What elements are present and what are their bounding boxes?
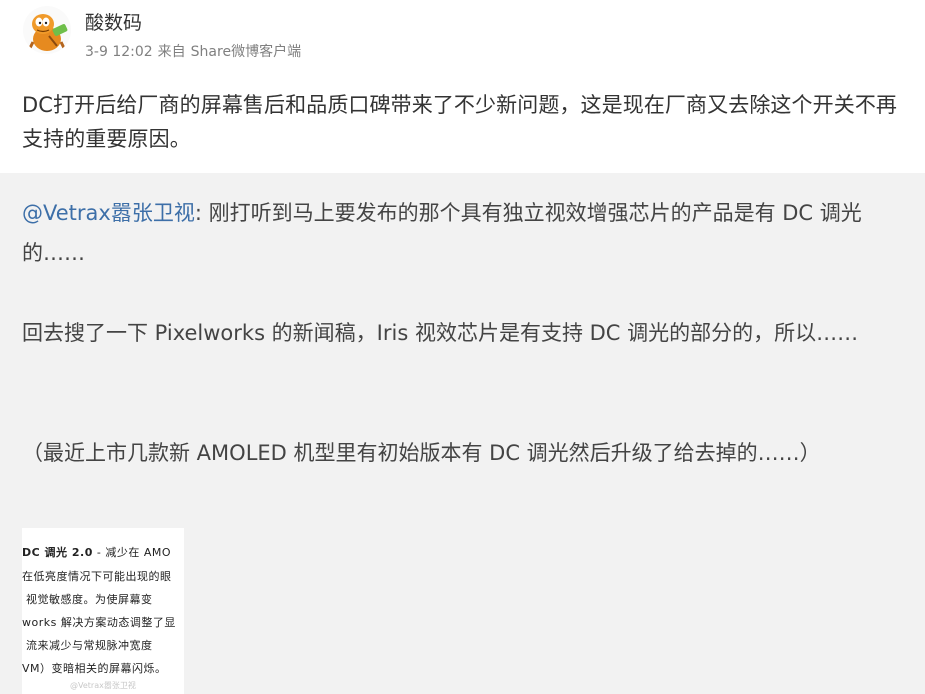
image-text-line: 在低亮度情况下可能出现的眼 bbox=[22, 570, 172, 583]
garfield-avatar-icon bbox=[23, 6, 71, 54]
post-text: DC打开后给厂商的屏幕售后和品质口碑带来了不少新问题，这是现在厂商又去除这个开关… bbox=[22, 93, 898, 151]
image-text-line: 视觉敏感度。为使屏幕变 bbox=[26, 593, 153, 606]
repost-paragraph-1: @Vetrax嚣张卫视: 刚打听到马上要发布的那个具有独立视效增强芯片的产品是有… bbox=[22, 193, 907, 273]
post-time[interactable]: 3-9 12:02 bbox=[85, 44, 153, 60]
image-text-bold: DC 调光 2.0 bbox=[22, 546, 93, 559]
image-watermark: @Vetrax嚣张卫视 bbox=[70, 681, 136, 690]
post-header: 酸数码 3-9 12:02 来自 Share微博客户端 bbox=[0, 0, 925, 70]
author-name[interactable]: 酸数码 bbox=[85, 10, 142, 36]
avatar[interactable] bbox=[23, 6, 71, 54]
mention-link[interactable]: @Vetrax嚣张卫视 bbox=[22, 201, 195, 225]
image-text-line: VM）变暗相关的屏幕闪烁。 bbox=[22, 662, 167, 675]
source-prefix: 来自 bbox=[157, 44, 186, 60]
post-source[interactable]: Share微博客户端 bbox=[191, 44, 301, 60]
repost-area[interactable]: @Vetrax嚣张卫视: 刚打听到马上要发布的那个具有独立视效增强芯片的产品是有… bbox=[0, 173, 925, 694]
weibo-post: 酸数码 3-9 12:02 来自 Share微博客户端 DC打开后给厂商的屏幕售后和… bbox=[0, 0, 925, 694]
image-text-line: works 解决方案动态调整了显 bbox=[22, 616, 176, 629]
repost-paragraph-3: （最近上市几款新 AMOLED 机型里有初始版本有 DC 调光然后升级了给去掉的… bbox=[22, 441, 821, 465]
image-text-line: 流来减少与常规脉冲宽度 bbox=[26, 639, 153, 652]
repost-paragraph-2: 回去搜了一下 Pixelworks 的新闻稿，Iris 视效芯片是有支持 DC … bbox=[22, 321, 859, 345]
post-meta: 3-9 12:02 来自 Share微博客户端 bbox=[85, 42, 301, 62]
image-text-rest: - 减少在 AMO bbox=[92, 546, 171, 559]
repost-image[interactable]: DC 调光 2.0 - 减少在 AMO 在低亮度情况下可能出现的眼 视觉敏感度。… bbox=[22, 528, 184, 694]
image-text-line: DC 调光 2.0 - 减少在 AMO bbox=[22, 546, 171, 560]
